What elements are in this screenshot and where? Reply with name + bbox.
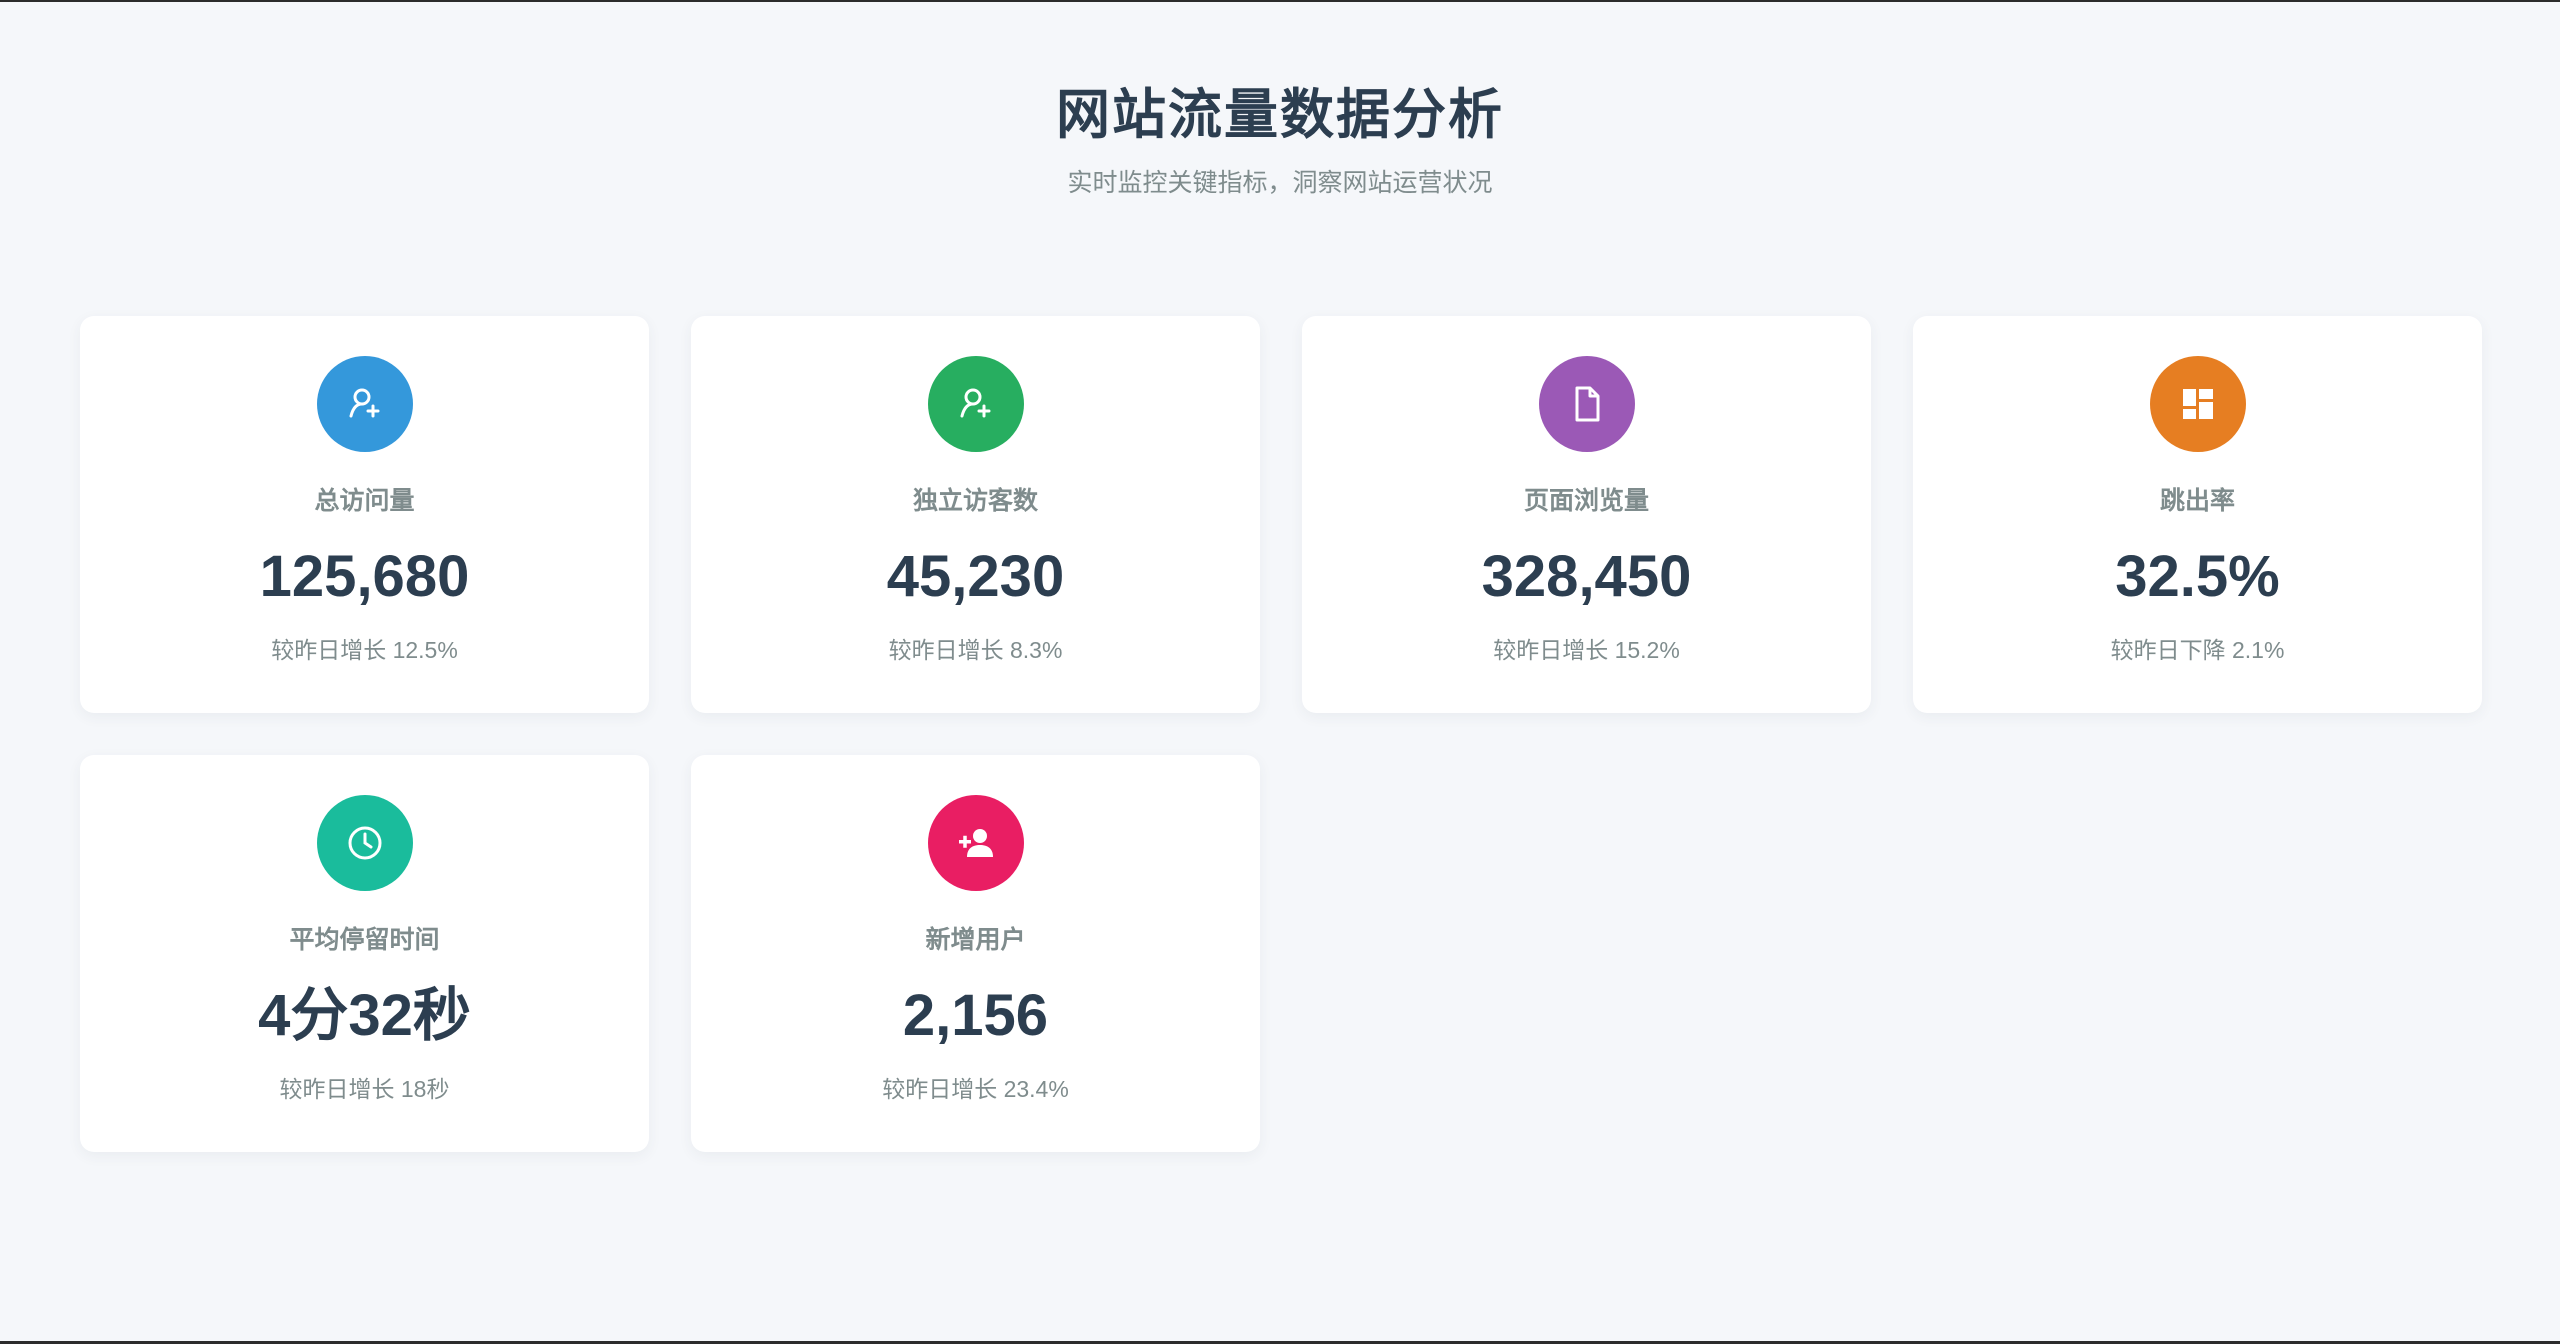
stat-change: 较昨日增长 8.3% — [888, 637, 1063, 663]
dashboard-page: 网站流量数据分析 实时监控关键指标，洞察网站运营状况 总访问量 125,680 … — [0, 0, 2560, 1344]
stat-value: 125,680 — [259, 544, 470, 609]
stat-change: 较昨日增长 23.4% — [882, 1076, 1069, 1102]
stat-label: 总访问量 — [314, 487, 415, 515]
document-icon — [1538, 356, 1635, 452]
user-plus-icon — [927, 356, 1024, 452]
stat-change: 较昨日增长 18秒 — [279, 1076, 450, 1102]
stat-card-unique-visitors: 独立访客数 45,230 较昨日增长 8.3% — [691, 316, 1260, 713]
stat-change: 较昨日增长 12.5% — [271, 637, 458, 663]
stat-value: 328,450 — [1481, 544, 1692, 609]
stat-label: 页面浏览量 — [1523, 487, 1649, 515]
stat-value: 32.5% — [2115, 544, 2280, 609]
page-header: 网站流量数据分析 实时监控关键指标，洞察网站运营状况 — [0, 78, 2560, 200]
stat-card-new-users: 新增用户 2,156 较昨日增长 23.4% — [691, 755, 1260, 1152]
page-title: 网站流量数据分析 — [1056, 85, 1504, 145]
stat-value: 45,230 — [886, 544, 1065, 609]
stat-card-avg-duration: 平均停留时间 4分32秒 较昨日增长 18秒 — [80, 755, 649, 1152]
page-subtitle: 实时监控关键指标，洞察网站运营状况 — [1067, 169, 1493, 197]
stat-change: 较昨日下降 2.1% — [2110, 637, 2285, 663]
stat-label: 独立访客数 — [912, 487, 1038, 515]
stat-value: 2,156 — [902, 983, 1049, 1048]
top-border — [0, 0, 2560, 2]
stat-change: 较昨日增长 15.2% — [1493, 637, 1680, 663]
user-plus-icon — [316, 356, 413, 452]
add-user-icon — [927, 795, 1024, 891]
stat-card-total-visits: 总访问量 125,680 较昨日增长 12.5% — [80, 316, 649, 713]
stat-value: 4分32秒 — [258, 983, 471, 1048]
stat-label: 平均停留时间 — [289, 926, 440, 954]
clock-icon — [316, 795, 413, 891]
stat-card-page-views: 页面浏览量 328,450 较昨日增长 15.2% — [1302, 316, 1871, 713]
stat-label: 跳出率 — [2159, 487, 2235, 515]
stats-grid: 总访问量 125,680 较昨日增长 12.5% 独立访客数 45,230 较昨… — [80, 316, 2482, 1152]
stat-card-bounce-rate: 跳出率 32.5% 较昨日下降 2.1% — [1913, 316, 2482, 713]
dashboard-icon — [2149, 356, 2246, 452]
stat-label: 新增用户 — [925, 926, 1026, 954]
